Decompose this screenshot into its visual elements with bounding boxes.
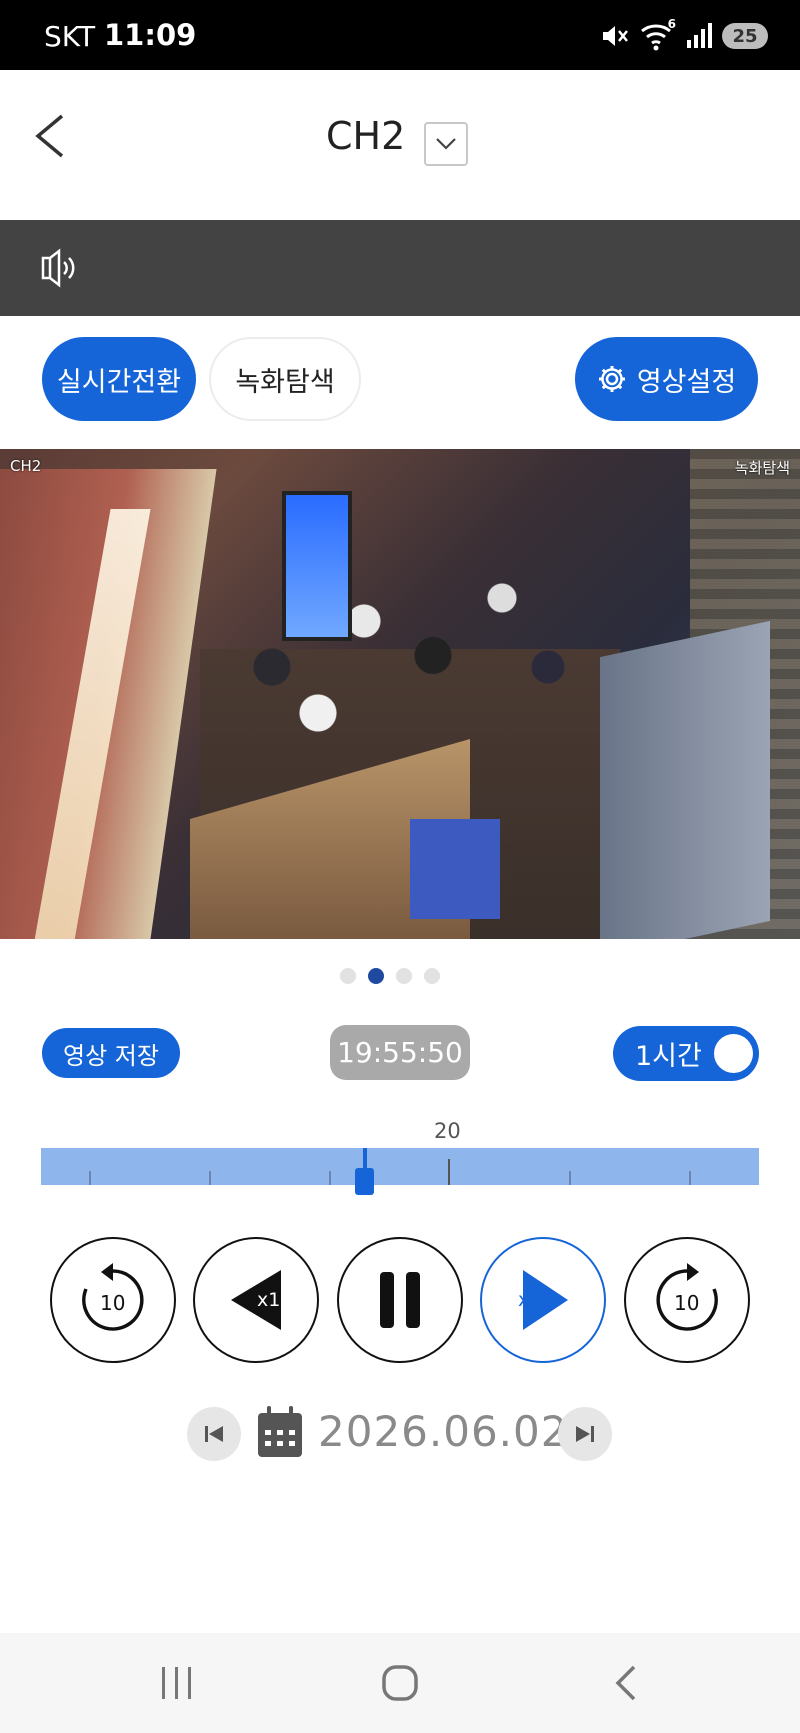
save-video-button[interactable]: 영상 저장	[42, 1028, 180, 1078]
feed-display	[282, 491, 352, 641]
carrier-label: SKT	[44, 20, 96, 53]
page-dot[interactable]	[340, 968, 356, 984]
top-bar: CH2	[0, 70, 800, 220]
wifi-badge: 6	[667, 17, 676, 31]
feed-people	[180, 529, 640, 759]
previous-date-button[interactable]	[187, 1407, 241, 1461]
timeline-tick	[209, 1171, 211, 1185]
timeline-tick	[569, 1171, 571, 1185]
page-dot-active[interactable]	[368, 968, 384, 984]
speaker-icon[interactable]	[38, 246, 82, 290]
range-toggle[interactable]: 1시간	[613, 1026, 759, 1081]
rewind-label: 10	[100, 1291, 126, 1315]
clock: 11:09	[104, 18, 197, 52]
range-label: 1시간	[635, 1041, 702, 1072]
reverse-play-button[interactable]: x1	[193, 1237, 319, 1363]
battery-icon: 25	[722, 23, 768, 49]
forward-speed-label: x1	[518, 1289, 542, 1311]
video-settings-label: 영상설정	[636, 366, 737, 398]
status-icons: 6 25	[600, 17, 768, 52]
current-time: 19:55:50	[330, 1025, 470, 1080]
next-date-button[interactable]	[558, 1407, 612, 1461]
live-mode-button[interactable]: 실시간전환	[42, 337, 196, 421]
gear-icon	[598, 366, 625, 392]
page-dot[interactable]	[396, 968, 412, 984]
timeline-hour-tick	[448, 1159, 450, 1185]
home-icon[interactable]	[381, 1663, 419, 1703]
timeline-tick	[89, 1171, 91, 1185]
system-nav-bar	[0, 1633, 800, 1733]
playhead-handle[interactable]	[355, 1168, 375, 1195]
chevron-down-icon	[436, 138, 456, 150]
forward-play-button[interactable]: x1	[480, 1237, 606, 1363]
timeline-track[interactable]	[41, 1148, 759, 1185]
forward-label: 10	[674, 1291, 700, 1315]
feed-channel-label: CH2	[10, 457, 42, 475]
pause-icon	[380, 1272, 420, 1328]
page-dot[interactable]	[424, 968, 440, 984]
video-settings-button[interactable]: 영상설정	[575, 337, 758, 421]
wifi-icon: 6	[640, 17, 676, 51]
chevron-left-icon	[35, 114, 64, 158]
reverse-play-icon	[231, 1270, 281, 1330]
timeline-tick	[329, 1171, 331, 1185]
date-display[interactable]: 2026.06.02	[318, 1407, 568, 1456]
timeline-tick	[689, 1171, 691, 1185]
record-search-button[interactable]: 녹화탐색	[209, 337, 361, 421]
camera-feed[interactable]: CH2 녹화탐색	[0, 449, 800, 939]
skip-forward-icon	[576, 1426, 594, 1442]
audio-bar	[0, 220, 800, 316]
reverse-speed-label: x1	[257, 1289, 281, 1311]
feed-fridge	[600, 620, 770, 939]
back-nav-icon[interactable]	[610, 1663, 640, 1703]
channel-dropdown[interactable]	[424, 122, 468, 166]
mute-icon	[603, 26, 628, 46]
playback-controls: 10 x1 x1 10	[0, 1237, 800, 1363]
skip-back-icon	[205, 1426, 223, 1442]
rewind-10-button[interactable]: 10	[50, 1237, 176, 1363]
date-row: 2026.06.02	[0, 1405, 800, 1461]
feed-mode-label: 녹화탐색	[734, 459, 790, 477]
signal-icon	[687, 23, 712, 48]
feed-crates	[410, 819, 500, 919]
timeline-hour-label: 20	[434, 1119, 461, 1143]
mode-row: 실시간전환 녹화탐색 영상설정	[0, 316, 800, 449]
page-indicator	[340, 968, 440, 984]
status-bar: SKT 11:09 6 25	[0, 0, 800, 70]
calendar-icon[interactable]	[256, 1405, 304, 1459]
toggle-knob	[714, 1034, 753, 1073]
back-button[interactable]	[30, 110, 80, 170]
pause-button[interactable]	[337, 1237, 463, 1363]
channel-title: CH2	[326, 114, 406, 158]
recent-apps-icon[interactable]	[160, 1663, 194, 1703]
forward-10-button[interactable]: 10	[624, 1237, 750, 1363]
